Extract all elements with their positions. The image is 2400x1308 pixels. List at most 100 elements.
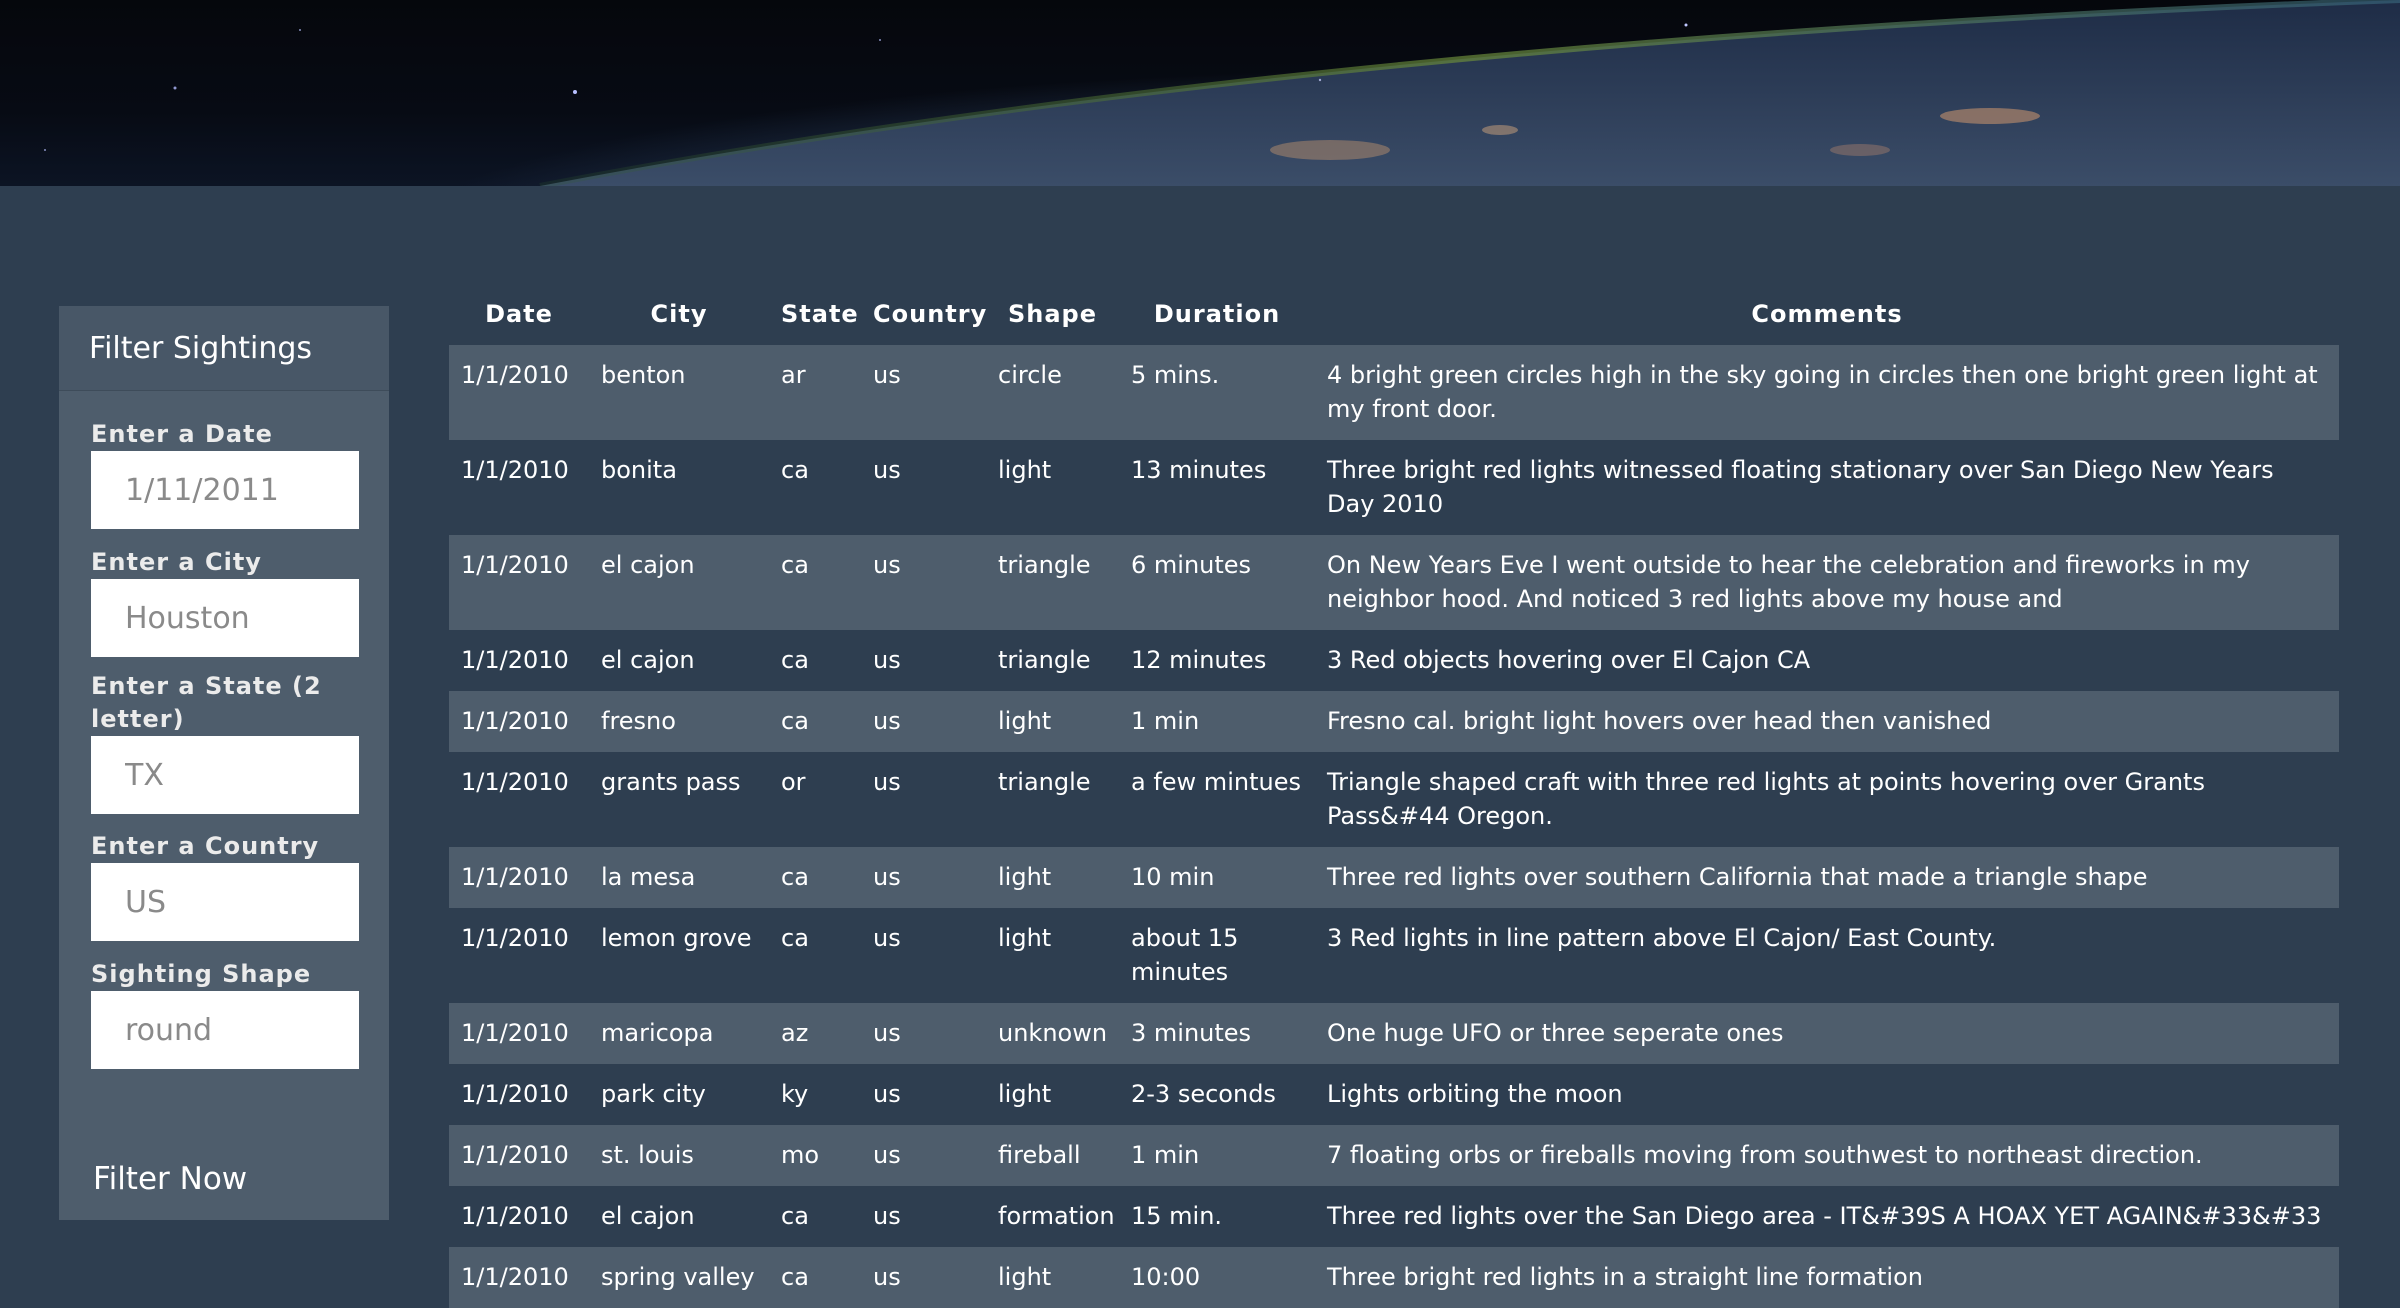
- table-header-row: Date City State Country Shape Duration C…: [449, 283, 2339, 345]
- table-row: 1/1/2010 maricopa az us unknown 3 minutes One …: [449, 1003, 2339, 1064]
- table-row: 1/1/2010 spring valley ca us light 10:00 Three…: [449, 1247, 2339, 1308]
- cell-city: park city: [601, 1080, 706, 1108]
- header-country: Country: [873, 300, 988, 328]
- cell-date: 1/1/2010: [461, 863, 569, 891]
- cell-comments: One huge UFO or three seperate ones: [1327, 1019, 1784, 1047]
- header-duration: Duration: [1153, 300, 1281, 328]
- cell-comments: Three bright red lights witnessed floati…: [1327, 456, 2274, 518]
- cell-shape: triangle: [998, 768, 1091, 796]
- cell-shape: light: [998, 707, 1052, 735]
- cell-date: 1/1/2010: [461, 456, 569, 484]
- cell-state: ca: [781, 1202, 809, 1230]
- cell-state: az: [781, 1019, 809, 1047]
- cell-country: us: [873, 456, 901, 484]
- cell-state: ca: [781, 707, 809, 735]
- cell-comments: 7 floating orbs or fireballs moving from…: [1327, 1141, 2203, 1169]
- cell-date: 1/1/2010: [461, 361, 569, 389]
- cell-city: lemon grove: [601, 924, 752, 952]
- sightings-table: Date City State Country Shape Duration C…: [449, 283, 2339, 1308]
- cell-state: mo: [781, 1141, 820, 1169]
- cell-state: or: [781, 768, 806, 796]
- cell-state: ky: [781, 1080, 809, 1108]
- cell-country: us: [873, 1019, 901, 1047]
- city-label: Enter a City: [91, 548, 262, 576]
- cell-duration: 10 min: [1131, 863, 1215, 891]
- cell-state: ca: [781, 456, 809, 484]
- cell-shape: light: [998, 456, 1052, 484]
- cell-comments: Triangle shaped craft with three red lig…: [1327, 768, 2205, 830]
- cell-comments: 3 Red objects hovering over El Cajon CA: [1327, 646, 1811, 674]
- cell-state: ar: [781, 361, 806, 389]
- table-row: 1/1/2010 st. louis mo us fireball 1 min 7 floa…: [449, 1125, 2339, 1186]
- country-filter-group: Enter a Country: [91, 830, 359, 941]
- cell-duration: about 15 minutes: [1131, 924, 1239, 986]
- cell-state: ca: [781, 646, 809, 674]
- cell-country: us: [873, 1263, 901, 1291]
- date-label: Enter a Date: [91, 420, 273, 448]
- cell-comments: On New Years Eve I went outside to hear …: [1327, 551, 2250, 613]
- cell-comments: Three red lights over the San Diego area…: [1327, 1202, 2322, 1230]
- earth-horizon-graphic: [44, 0, 2400, 186]
- state-input[interactable]: [91, 736, 359, 814]
- cell-country: us: [873, 1202, 901, 1230]
- cell-country: us: [873, 707, 901, 735]
- cell-country: us: [873, 646, 901, 674]
- shape-input[interactable]: [91, 991, 359, 1069]
- cell-country: us: [873, 924, 901, 952]
- cell-city: la mesa: [601, 863, 696, 891]
- cell-city: bonita: [601, 456, 677, 484]
- shape-label: Sighting Shape: [91, 960, 312, 988]
- table-row: 1/1/2010 benton ar us circle 5 mins. 4 bright …: [449, 345, 2339, 440]
- cell-duration: 2-3 seconds: [1131, 1080, 1276, 1108]
- cell-date: 1/1/2010: [461, 1141, 569, 1169]
- cell-shape: light: [998, 1263, 1052, 1291]
- cell-shape: circle: [998, 361, 1062, 389]
- cell-city: grants pass: [601, 768, 741, 796]
- cell-comments: Three bright red lights in a straight li…: [1327, 1263, 1923, 1291]
- city-input[interactable]: [91, 579, 359, 657]
- table-row: 1/1/2010 fresno ca us light 1 min Fresno cal. …: [449, 691, 2339, 752]
- table-row: 1/1/2010 la mesa ca us light 10 min Three red …: [449, 847, 2339, 908]
- date-input[interactable]: [91, 451, 359, 529]
- cell-country: us: [873, 1141, 901, 1169]
- cell-comments: Three red lights over southern Californi…: [1327, 863, 2148, 891]
- cell-duration: 13 minutes: [1131, 456, 1267, 484]
- filter-panel-title: Filter Sightings: [59, 306, 389, 391]
- cell-country: us: [873, 1080, 901, 1108]
- cell-date: 1/1/2010: [461, 768, 569, 796]
- header-city: City: [650, 300, 708, 328]
- cell-duration: 12 minutes: [1131, 646, 1267, 674]
- cell-shape: triangle: [998, 551, 1091, 579]
- cell-duration: 15 min.: [1131, 1202, 1223, 1230]
- header-comments: Comments: [1751, 300, 1903, 328]
- table-body: 1/1/2010 benton ar us circle 5 mins. 4 bright …: [449, 345, 2339, 1308]
- state-filter-group: Enter a State (2 letter): [91, 670, 359, 814]
- cell-city: el cajon: [601, 646, 695, 674]
- cell-city: fresno: [601, 707, 676, 735]
- country-input[interactable]: [91, 863, 359, 941]
- cell-date: 1/1/2010: [461, 924, 569, 952]
- table-row: 1/1/2010 el cajon ca us formation 15 min. Thre…: [449, 1186, 2339, 1247]
- city-filter-group: Enter a City: [91, 546, 359, 657]
- cell-shape: fireball: [998, 1141, 1081, 1169]
- cell-shape: unknown: [998, 1019, 1108, 1047]
- country-label: Enter a Country: [91, 832, 320, 860]
- cell-shape: light: [998, 924, 1052, 952]
- cell-state: ca: [781, 924, 809, 952]
- cell-duration: 3 minutes: [1131, 1019, 1252, 1047]
- earth-header-image: [0, 0, 2400, 186]
- table-row: 1/1/2010 lemon grove ca us light about 15 min…: [449, 908, 2339, 1003]
- cell-shape: formation: [998, 1202, 1115, 1230]
- cell-comments: 3 Red lights in line pattern above El Ca…: [1327, 924, 1997, 952]
- cell-shape: light: [998, 863, 1052, 891]
- date-filter-group: Enter a Date: [91, 418, 359, 529]
- shape-filter-group: Sighting Shape: [91, 958, 359, 1069]
- filter-now-button[interactable]: Filter Now: [93, 1161, 247, 1197]
- cell-city: maricopa: [601, 1019, 714, 1047]
- table-row: 1/1/2010 el cajon ca us triangle 6 minutes On …: [449, 535, 2339, 630]
- cell-comments: 4 bright green circles high in the sky g…: [1327, 361, 2318, 423]
- cell-duration: 1 min: [1131, 707, 1200, 735]
- cell-state: ca: [781, 551, 809, 579]
- cell-comments: Fresno cal. bright light hovers over hea…: [1327, 707, 1992, 735]
- cell-city: spring valley: [601, 1263, 755, 1291]
